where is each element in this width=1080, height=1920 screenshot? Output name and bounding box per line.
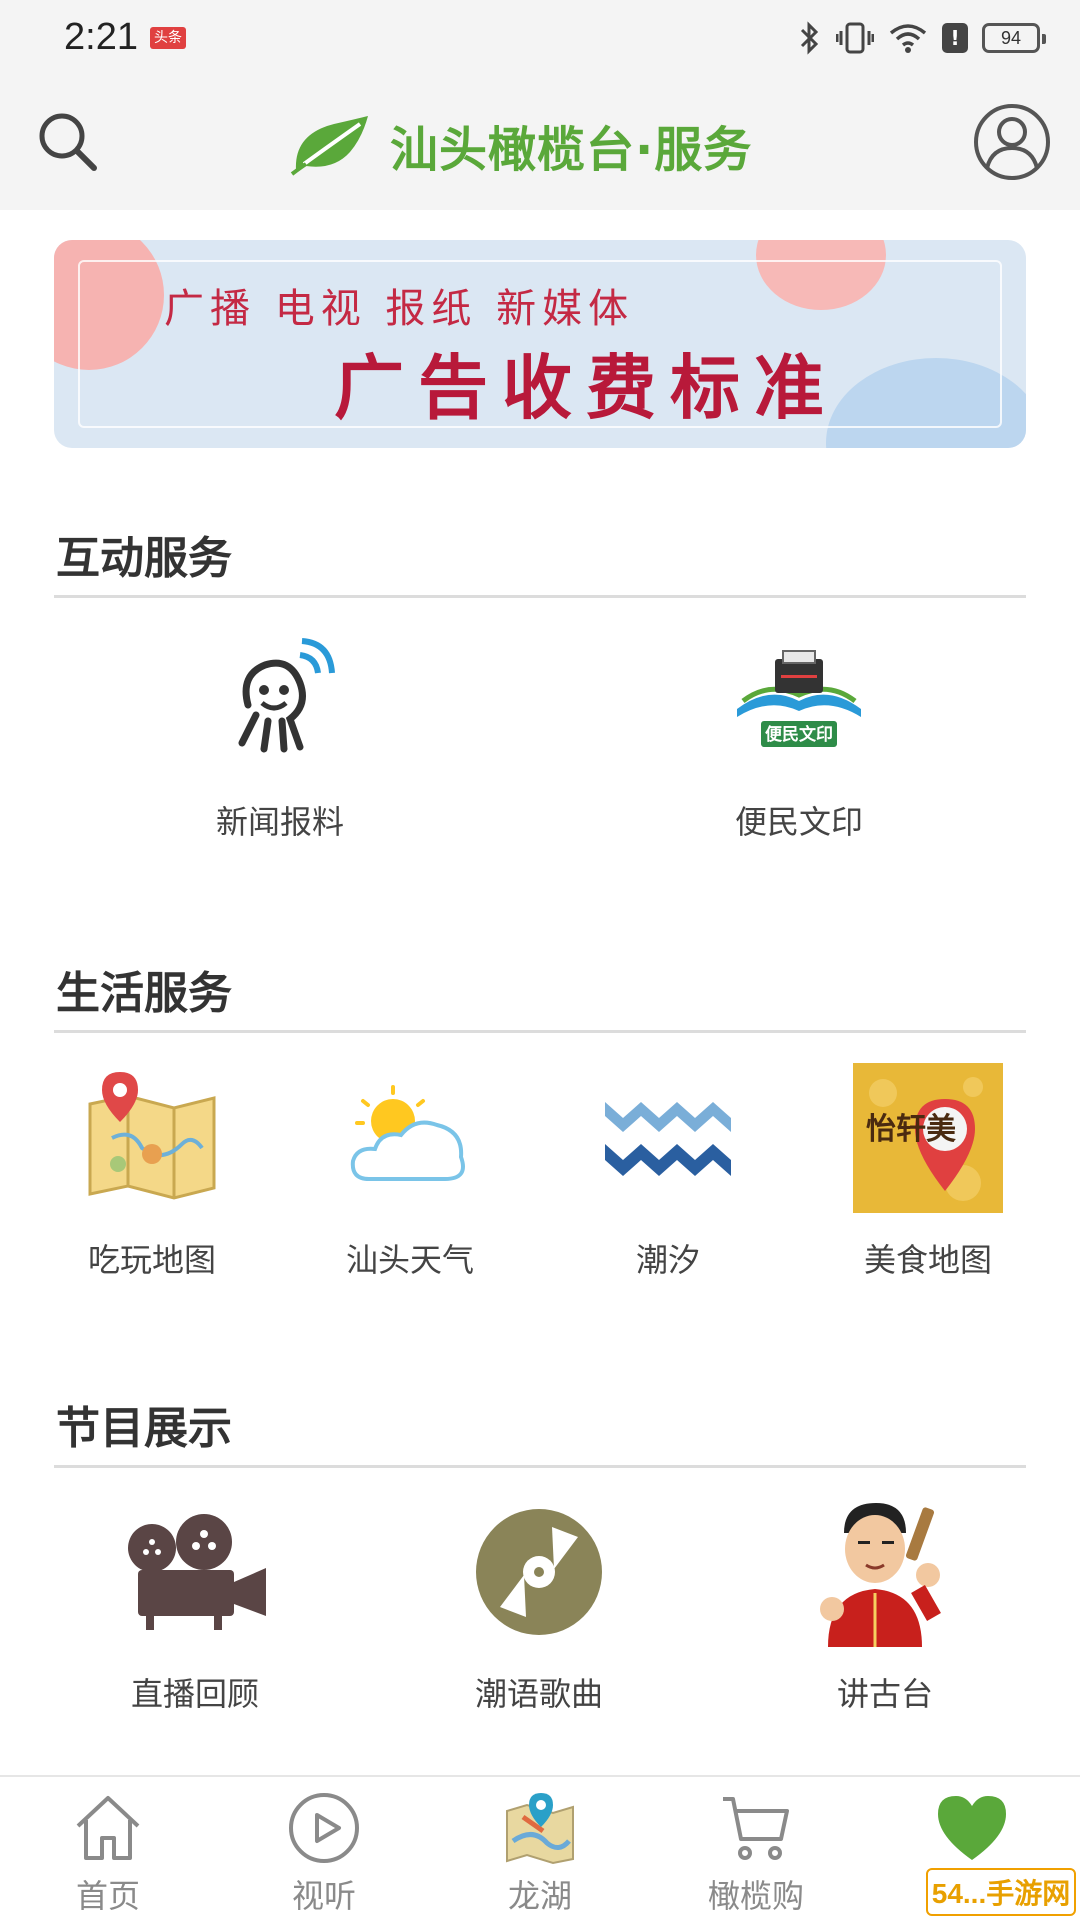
alert-icon: ! <box>942 23 968 53</box>
section-title-programs: 节目展示 <box>56 1403 232 1454</box>
nav-label: 龙湖 <box>507 1877 572 1915</box>
service-tide[interactable]: 潮汐 <box>593 1063 743 1281</box>
print-icon-text: 便民文印 <box>765 724 833 745</box>
nav-item-home[interactable]: 首页 <box>0 1777 216 1920</box>
vibrate-icon <box>836 22 874 54</box>
search-icon[interactable] <box>34 108 102 176</box>
nav-item-longhu[interactable]: 龙湖 <box>432 1777 648 1920</box>
battery-icon: 94 <box>982 23 1046 53</box>
battery-level: 94 <box>1000 27 1022 48</box>
program-label: 潮语歌曲 <box>474 1675 603 1713</box>
program-storytelling[interactable]: 讲古台 <box>810 1497 960 1715</box>
food-map-icon: 怡轩美 <box>853 1063 1003 1213</box>
weather-icon <box>335 1063 485 1213</box>
play-icon <box>284 1789 364 1867</box>
service-label: 汕头天气 <box>345 1241 474 1279</box>
heart-icon <box>932 1789 1012 1867</box>
storyteller-icon <box>810 1497 960 1647</box>
service-news-tip[interactable]: 新闻报料 <box>205 625 355 843</box>
service-food-map[interactable]: 怡轩美 美食地图 <box>853 1063 1003 1281</box>
food-icon-text: 怡轩美 <box>866 1112 956 1147</box>
watermark-logo: 54...手游网 <box>926 1868 1076 1916</box>
user-icon[interactable] <box>972 102 1052 182</box>
map-icon <box>77 1063 227 1213</box>
bottom-nav: 首页 视听 龙湖 橄榄购 <box>0 1775 1080 1920</box>
program-chaozhou-songs[interactable]: 潮语歌曲 <box>464 1497 614 1715</box>
section-title-life: 生活服务 <box>56 968 232 1019</box>
nav-item-media[interactable]: 视听 <box>216 1777 432 1920</box>
bluetooth-icon <box>800 21 819 55</box>
section-divider <box>54 1465 1026 1468</box>
nav-item-shop[interactable]: 橄榄购 <box>648 1777 864 1920</box>
status-time: 2:21 <box>64 16 138 58</box>
brand-logo: 汕头橄榄台·服务 <box>290 110 752 180</box>
map-pin-icon <box>500 1789 580 1867</box>
program-label: 直播回顾 <box>130 1675 259 1713</box>
section-divider <box>54 595 1026 598</box>
service-label: 新闻报料 <box>215 803 344 841</box>
status-bar: 2:21 头条 ! 94 <box>0 0 1080 80</box>
page-title: 汕头橄榄台·服务 <box>390 122 753 178</box>
service-weather[interactable]: 汕头天气 <box>335 1063 485 1281</box>
service-fun-map[interactable]: 吃玩地图 <box>77 1063 227 1281</box>
service-label: 美食地图 <box>863 1241 992 1279</box>
service-label: 潮汐 <box>635 1241 700 1279</box>
watermark-text: 54...手游网 <box>931 1878 1071 1909</box>
banner-title: 广告收费标准 <box>334 346 838 429</box>
status-icons: ! 94 <box>798 18 1046 58</box>
section-title-interactive: 互动服务 <box>56 533 232 584</box>
nav-label: 橄榄购 <box>707 1877 804 1915</box>
news-tip-icon <box>205 625 355 775</box>
program-label: 讲古台 <box>836 1675 933 1713</box>
ad-banner[interactable]: 广播 电视 报纸 新媒体 广告收费标准 <box>54 240 1026 448</box>
program-live-replay[interactable]: 直播回顾 <box>120 1497 270 1715</box>
service-print[interactable]: 便民文印 便民文印 <box>724 625 874 843</box>
cart-icon <box>716 1789 796 1867</box>
app-header: 汕头橄榄台·服务 <box>0 80 1080 210</box>
wifi-icon <box>889 24 927 53</box>
service-label: 便民文印 <box>734 803 863 841</box>
music-disc-icon <box>464 1497 614 1647</box>
olive-leaf-icon <box>290 116 368 176</box>
home-icon <box>68 1789 148 1867</box>
news-app-badge: 头条 <box>150 27 186 49</box>
nav-label: 视听 <box>291 1877 356 1915</box>
nav-label: 首页 <box>75 1877 140 1915</box>
banner-subtitle: 广播 电视 报纸 新媒体 <box>164 286 635 332</box>
service-label: 吃玩地图 <box>87 1241 216 1279</box>
print-service-icon: 便民文印 <box>724 625 874 775</box>
tide-icon <box>593 1063 743 1213</box>
section-divider <box>54 1030 1026 1033</box>
video-camera-icon <box>120 1497 270 1647</box>
